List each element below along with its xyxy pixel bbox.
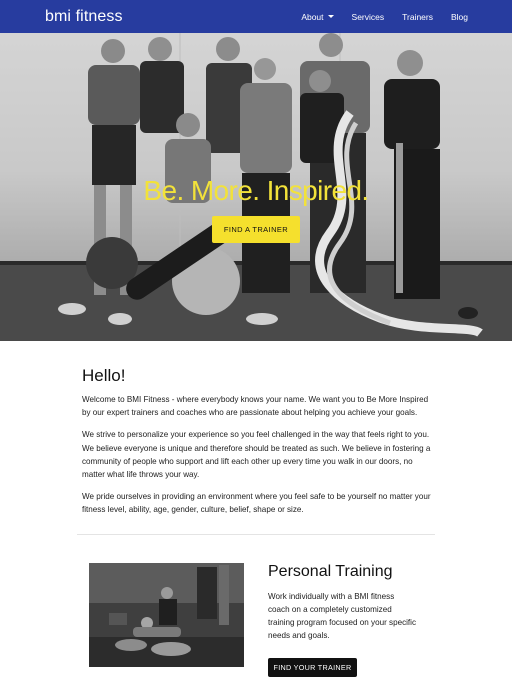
hero-banner: Be. More. Inspired. FIND A TRAINER	[0, 33, 512, 341]
intro-section: Hello! Welcome to BMI Fitness - where ev…	[82, 366, 436, 526]
intro-heading: Hello!	[82, 366, 126, 385]
nav-item-about[interactable]: About	[301, 11, 334, 22]
nav-item-services[interactable]: Services	[352, 12, 385, 22]
intro-paragraph: Welcome to BMI Fitness - where everybody…	[82, 395, 429, 418]
personal-training-title: Personal Training	[268, 563, 393, 580]
section-divider	[77, 534, 435, 535]
personal-training-text: Personal Training Work individually with…	[268, 563, 418, 642]
personal-training-photo	[89, 563, 244, 667]
main-nav: About Services Trainers Blog	[301, 12, 468, 22]
top-navbar: bmi fitness About Services Trainers Blog	[0, 0, 512, 33]
chevron-down-icon	[327, 15, 334, 18]
intro-paragraph: We strive to personalize your experience…	[82, 430, 431, 480]
nav-item-blog[interactable]: Blog	[451, 12, 468, 22]
personal-training-description: Work individually with a BMI fitness coa…	[268, 592, 417, 640]
hero-title: Be. More. Inspired.	[143, 175, 369, 206]
nav-item-blog-label: Blog	[450, 11, 468, 22]
nav-item-about-label: About	[301, 11, 324, 22]
intro-paragraph: We pride ourselves in providing an envir…	[82, 492, 431, 515]
find-your-trainer-button[interactable]: FIND YOUR TRAINER	[268, 658, 357, 677]
nav-item-trainers-label: Trainers	[402, 11, 433, 22]
nav-item-services-label: Services	[351, 11, 385, 22]
nav-item-trainers[interactable]: Trainers	[402, 12, 433, 22]
brand-logo-link[interactable]: bmi fitness	[45, 8, 123, 26]
find-a-trainer-button[interactable]: FIND A TRAINER	[212, 216, 300, 243]
